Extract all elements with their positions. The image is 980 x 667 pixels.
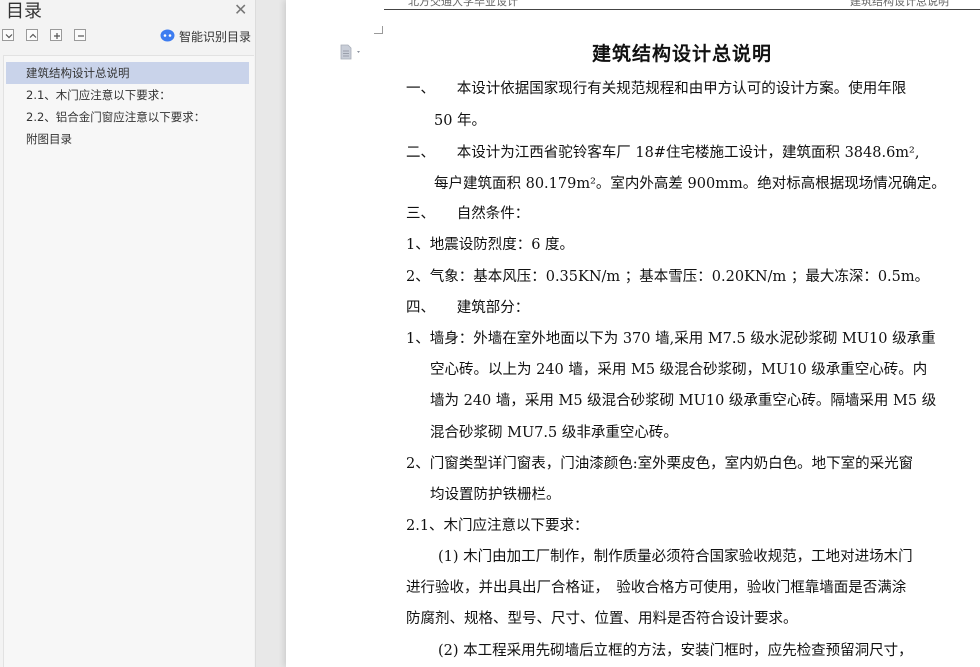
document-title: 建筑结构设计总说明 — [591, 43, 772, 65]
paragraph-line: (2) 本工程采用先砌墙后立框的方法，安装门框时，应先检查预留洞尺寸， — [438, 643, 913, 659]
paragraph-line: 2、门窗类型详门窗表，门油漆颜色:室外栗皮色，室内奶白色。地下室的采光窗 — [406, 456, 914, 472]
paragraph-line: 进行验收，并出具出厂合格证， 验收合格方可使用，验收门框靠墙面是否满涂 — [406, 580, 907, 596]
paragraph-line: 墙为 240 墙，采用 M5 级混合砂浆砌 MU10 级承重空心砖。隔墙采用 M… — [430, 393, 937, 409]
paragraph-line: 2、气象：基本风压：0.35KN/m ；基本雪压：0.20KN/m ；最大冻深：… — [406, 269, 930, 285]
paragraph-line: 空心砖。以上为 240 墙，采用 M5 级混合砂浆砌，MU10 级承重空心砖。内 — [430, 362, 928, 378]
paragraph-line: 一、 本设计依据国家现行有关规范规程和由甲方认可的设计方案。使用年限 — [406, 81, 907, 97]
paragraph-line: 三、 自然条件： — [406, 206, 530, 222]
paragraph-line: 2.1、木门应注意以下要求： — [406, 518, 589, 534]
paragraph-line: 50 年。 — [434, 113, 487, 129]
paragraph-line: 防腐剂、规格、型号、尺寸、位置、用料是否符合设计要求。 — [406, 611, 798, 627]
paragraph-line: 二、 本设计为江西省驼铃客车厂 18#住宅楼施工设计，建筑面积 3848.6m²… — [406, 145, 920, 161]
paragraph-line: 四、 建筑部分： — [406, 300, 530, 316]
paragraph-line: 1、地震设防烈度：6 度。 — [406, 237, 575, 253]
paragraph-line: (1) 木门由加工厂制作，制作质量必须符合国家验收规范，工地对进场木门 — [438, 549, 913, 565]
paragraph-line: 1、墙身：外墙在室外地面以下为 370 墙,采用 M7.5 级水泥砂浆砌 MU1… — [406, 331, 936, 347]
paragraph-line: 均设置防护铁栅栏。 — [430, 487, 561, 503]
paragraph-line: 混合砂浆砌 MU7.5 级非承重空心砖。 — [430, 425, 678, 441]
document-body: 建筑结构设计总说明 一、 本设计依据国家现行有关规范规程和由甲方认可的设计方案。… — [0, 0, 980, 667]
paragraph-line: 每户建筑面积 80.179m²。室内外高差 900mm。绝对标高根据现场情况确定… — [434, 176, 946, 192]
